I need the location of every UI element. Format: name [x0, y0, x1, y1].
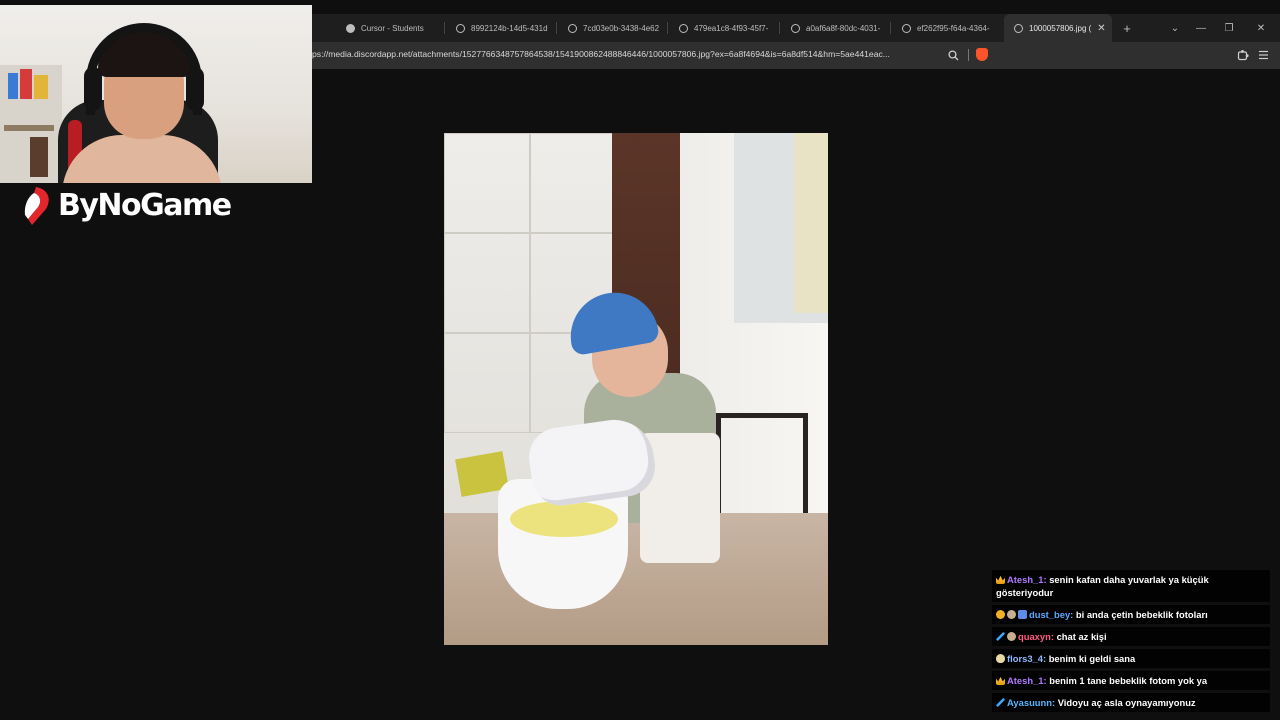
crown-badge-icon — [996, 575, 1005, 584]
webcam-shelf — [0, 65, 62, 183]
chat-text: benim ki geldi sana — [1048, 653, 1136, 664]
webcam-overlay — [0, 5, 312, 183]
crown-badge-icon — [996, 676, 1005, 685]
extensions-icon[interactable] — [1236, 48, 1250, 62]
coin-badge-icon — [996, 610, 1005, 619]
photo-tile — [530, 133, 616, 233]
tab-label: 479ea1c8-4f93-45f7- — [694, 23, 769, 33]
maximize-button[interactable]: ❐ — [1214, 14, 1244, 42]
chat-message: Atesh_1: senin kafan daha yuvarlak ya kü… — [992, 570, 1270, 602]
chat-text: bi anda çetin bebeklik fotoları — [1075, 609, 1208, 620]
tab-divider — [890, 22, 891, 34]
tab-attachment-4[interactable]: a0af6a8f-80dc-4031- — [781, 14, 885, 42]
menu-icon[interactable] — [1256, 48, 1270, 62]
brave-shield-icon[interactable] — [976, 48, 988, 61]
headset-icon — [86, 23, 202, 115]
tab-label: Cursor - Students — [361, 23, 424, 33]
minimize-button[interactable]: — — [1186, 14, 1216, 42]
photo-batter — [510, 501, 618, 537]
stream-screen: Cursor - Students 8992124b-14d5-431d 7cd… — [0, 0, 1280, 720]
headset-earcup — [84, 67, 102, 111]
tab-divider — [779, 22, 780, 34]
bear-badge-icon — [1007, 632, 1016, 641]
globe-icon — [1014, 23, 1023, 33]
tab-label: ef262f95-f64a-4364- — [917, 23, 990, 33]
chat-message: dust_bey: bi anda çetin bebeklik fotolar… — [992, 605, 1270, 624]
tab-divider — [444, 22, 445, 34]
chat-overlay: Atesh_1: senin kafan daha yuvarlak ya kü… — [992, 570, 1270, 715]
globe-icon — [456, 23, 465, 33]
tab-attachment-1[interactable]: 8992124b-14d5-431d — [446, 14, 550, 42]
streamer-logo: ByNoGame — [22, 184, 232, 226]
photo-tile — [444, 133, 530, 233]
globe-icon — [791, 23, 800, 33]
chat-username: quaxyn — [1018, 631, 1051, 642]
chat-text: chat az kişi — [1056, 631, 1107, 642]
tab-divider — [556, 22, 557, 34]
gift-badge-icon — [1018, 610, 1027, 619]
sword-badge-icon — [996, 632, 1005, 641]
tab-label: a0af6a8f-80dc-4031- — [806, 23, 881, 33]
logo-mark-icon — [22, 185, 54, 225]
photo-tile — [444, 233, 530, 333]
url-text[interactable]: ps://media.discordapp.net/attachments/15… — [312, 49, 938, 59]
chat-message: quaxyn: chat az kişi — [992, 627, 1270, 646]
chat-username: Atesh_1 — [1007, 675, 1044, 686]
chat-message: flors3_4: benim ki geldi sana — [992, 649, 1270, 668]
chat-username: Ayasuunn — [1007, 697, 1052, 708]
logo-text: ByNoGame — [58, 187, 232, 223]
egg-badge-icon — [996, 654, 1005, 663]
tab-image-active[interactable]: 1000057806.jpg ( ✕ — [1004, 14, 1112, 42]
tab-attachment-3[interactable]: 479ea1c8-4f93-45f7- — [669, 14, 773, 42]
tab-attachment-5[interactable]: ef262f95-f64a-4364- — [892, 14, 996, 42]
globe-icon — [679, 23, 688, 33]
chat-text: Vidoyu aç asla oynayamıyonuz — [1057, 697, 1196, 708]
bear-badge-icon — [1007, 610, 1016, 619]
chat-text: benim 1 tane bebeklik fotom yok ya — [1049, 675, 1208, 686]
photo-tile — [444, 333, 530, 433]
chat-username: flors3_4 — [1007, 653, 1043, 664]
chat-message: Atesh_1: benim 1 tane bebeklik fotom yok… — [992, 671, 1270, 690]
zoom-icon[interactable] — [946, 48, 960, 62]
tab-divider — [667, 22, 668, 34]
new-tab-button[interactable]: + — [1112, 14, 1142, 42]
chat-username: Atesh_1 — [1007, 574, 1044, 585]
window-close-button[interactable]: ✕ — [1246, 14, 1276, 42]
headset-earcup — [186, 67, 204, 111]
tab-label: 7cd03e0b-3438-4e62 — [583, 23, 660, 33]
chat-message: Ayasuunn: Vidoyu aç asla oynayamıyonuz — [992, 693, 1270, 712]
sword-badge-icon — [996, 698, 1005, 707]
tab-attachment-2[interactable]: 7cd03e0b-3438-4e62 — [558, 14, 662, 42]
globe-icon — [902, 23, 911, 33]
viewed-image — [444, 133, 828, 645]
cursor-icon — [346, 23, 355, 33]
tab-label: 1000057806.jpg ( — [1029, 23, 1092, 33]
tab-label: 8992124b-14d5-431d — [471, 23, 548, 33]
tab-cursor-students[interactable]: Cursor - Students — [336, 14, 440, 42]
chat-username: dust_bey — [1029, 609, 1071, 620]
address-divider — [968, 49, 969, 61]
photo-curtain — [794, 133, 828, 313]
close-icon[interactable]: ✕ — [1097, 23, 1105, 34]
globe-icon — [568, 23, 577, 33]
